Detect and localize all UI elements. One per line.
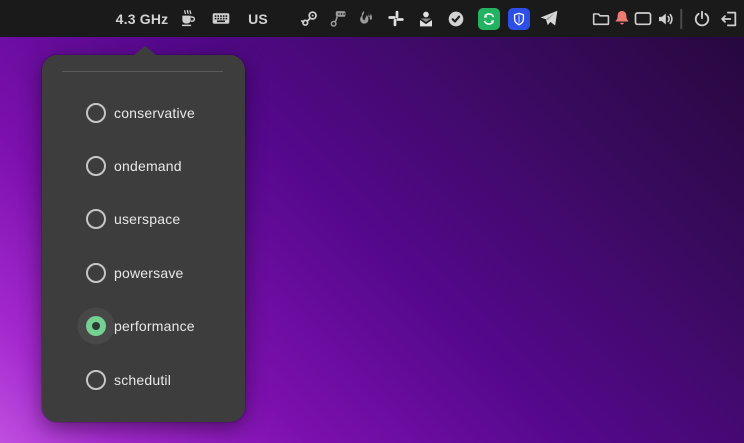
tray-flameshot[interactable] bbox=[356, 0, 377, 37]
tray-files[interactable] bbox=[591, 0, 611, 37]
tray-volume[interactable] bbox=[656, 0, 676, 37]
menu-item-performance[interactable]: performance bbox=[42, 300, 245, 353]
caffeine-cup-icon[interactable] bbox=[178, 9, 198, 29]
logout-icon[interactable] bbox=[719, 9, 739, 29]
radio-icon[interactable] bbox=[86, 370, 106, 390]
menu-item-label: userspace bbox=[114, 211, 180, 227]
menu-item-label: performance bbox=[114, 318, 195, 334]
cpu-frequency-label[interactable]: 4.3 GHz bbox=[116, 11, 169, 27]
radio-icon[interactable] bbox=[86, 209, 106, 229]
tray-syncthing[interactable] bbox=[478, 0, 500, 37]
logout-button[interactable] bbox=[719, 0, 739, 37]
telegram-icon[interactable] bbox=[539, 8, 560, 29]
radio-icon[interactable] bbox=[86, 263, 106, 283]
tray-check-app[interactable] bbox=[446, 0, 466, 37]
slack-icon[interactable] bbox=[386, 8, 407, 29]
keyboard-layout-label[interactable]: US bbox=[248, 11, 268, 27]
panel-separator bbox=[680, 0, 682, 37]
steam-icon[interactable] bbox=[300, 8, 321, 29]
volume-icon[interactable] bbox=[656, 9, 676, 29]
tray-keyboard-layout[interactable] bbox=[211, 0, 232, 37]
tray-notifications[interactable] bbox=[613, 0, 632, 37]
menu-item-label: ondemand bbox=[114, 158, 182, 174]
tray-display[interactable] bbox=[633, 0, 653, 37]
keyboard-icon[interactable] bbox=[211, 8, 232, 29]
keyboard-layout-indicator[interactable]: US bbox=[248, 0, 268, 37]
radio-selected-icon[interactable] bbox=[86, 316, 106, 336]
syncthing-icon[interactable] bbox=[478, 8, 500, 30]
tray-telegram[interactable] bbox=[539, 0, 560, 37]
top-panel: 4.3 GHz US bbox=[0, 0, 744, 37]
cpu-frequency-indicator[interactable]: 4.3 GHz bbox=[116, 0, 169, 37]
menu-item-label: schedutil bbox=[114, 372, 171, 388]
check-circle-icon[interactable] bbox=[446, 9, 466, 29]
tray-solaar[interactable] bbox=[328, 0, 349, 37]
display-icon[interactable] bbox=[633, 9, 653, 29]
menu-item-userspace[interactable]: userspace bbox=[42, 193, 245, 246]
menu-arrow bbox=[133, 46, 157, 56]
governor-options-list: conservative ondemand userspace powersav… bbox=[42, 86, 245, 406]
menu-item-ondemand[interactable]: ondemand bbox=[42, 139, 245, 192]
proton-bridge-icon[interactable] bbox=[416, 9, 436, 29]
notification-bell-icon[interactable] bbox=[613, 9, 632, 28]
bitwarden-icon[interactable] bbox=[508, 8, 530, 30]
tray-slack[interactable] bbox=[386, 0, 407, 37]
folder-icon[interactable] bbox=[591, 9, 611, 29]
tray-steam[interactable] bbox=[300, 0, 321, 37]
tray-caffeine[interactable] bbox=[178, 0, 198, 37]
power-icon[interactable] bbox=[692, 9, 712, 29]
radio-icon[interactable] bbox=[86, 103, 106, 123]
menu-item-conservative[interactable]: conservative bbox=[42, 86, 245, 139]
menu-item-schedutil[interactable]: schedutil bbox=[42, 353, 245, 406]
menu-item-label: conservative bbox=[114, 105, 195, 121]
radio-icon[interactable] bbox=[86, 156, 106, 176]
tray-proton-bridge[interactable] bbox=[416, 0, 436, 37]
cpu-governor-menu: conservative ondemand userspace powersav… bbox=[42, 55, 245, 422]
tray-bitwarden[interactable] bbox=[508, 0, 530, 37]
menu-separator bbox=[62, 71, 223, 72]
solaar-receiver-icon[interactable] bbox=[328, 8, 349, 29]
flameshot-flame-icon[interactable] bbox=[356, 8, 377, 29]
power-button[interactable] bbox=[692, 0, 712, 37]
menu-item-powersave[interactable]: powersave bbox=[42, 246, 245, 299]
menu-item-label: powersave bbox=[114, 265, 184, 281]
